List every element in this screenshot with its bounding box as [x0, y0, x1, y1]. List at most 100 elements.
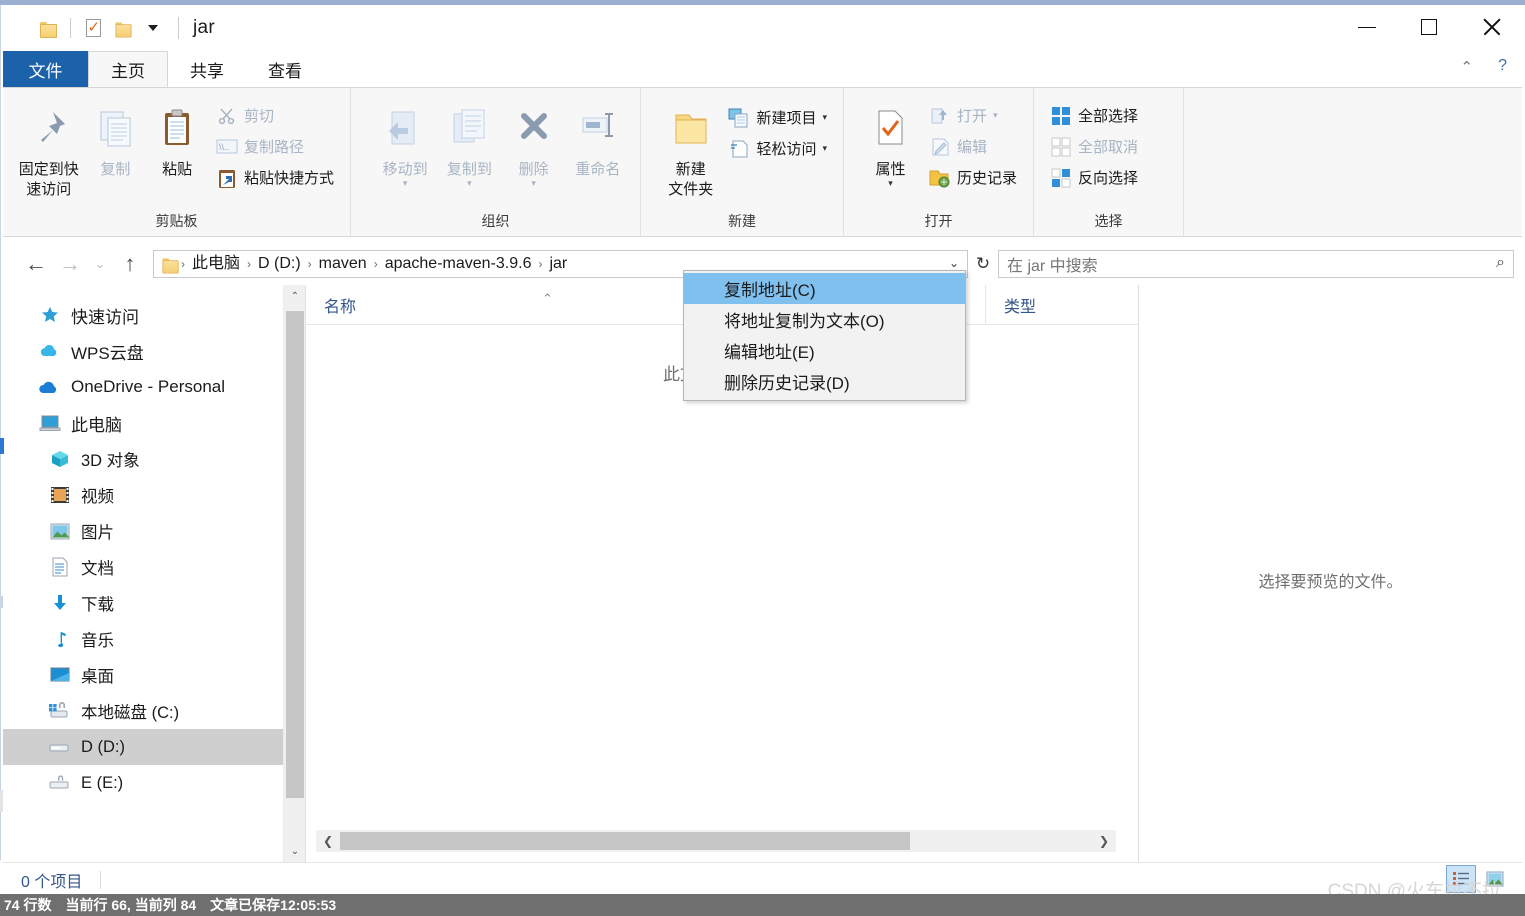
pictures-icon: [47, 520, 73, 542]
scroll-left-button[interactable]: ❮: [316, 834, 340, 848]
customize-dropdown-icon[interactable]: [138, 13, 168, 43]
search-box[interactable]: 在 jar 中搜索 ⌕: [998, 250, 1514, 278]
tab-share[interactable]: 共享: [168, 51, 246, 87]
3d-objects-icon: [47, 448, 73, 470]
breadcrumb-item-this-pc[interactable]: 此电脑: [187, 251, 245, 277]
sidebar-item-onedrive[interactable]: OneDrive - Personal: [3, 369, 305, 405]
move-to-dropdown-icon[interactable]: ▾: [403, 178, 408, 189]
properties-icon: [869, 100, 911, 156]
close-button[interactable]: [1460, 5, 1522, 49]
scrollbar-thumb[interactable]: [340, 832, 910, 850]
up-button[interactable]: ↑: [113, 247, 147, 281]
tab-home[interactable]: 主页: [88, 51, 168, 87]
sidebar-item-pictures[interactable]: 图片: [3, 513, 305, 549]
move-to-button[interactable]: 移动到 ▾: [373, 96, 437, 189]
star-pin-icon: [37, 304, 63, 326]
easy-access-button[interactable]: 轻松访问 ▾: [724, 133, 833, 164]
breadcrumb-item-jar[interactable]: jar: [544, 251, 572, 277]
details-view-icon[interactable]: [1446, 865, 1476, 893]
open-dropdown-icon[interactable]: ▾: [993, 110, 998, 121]
chevron-down-icon[interactable]: ⌄: [949, 256, 959, 270]
folder-icon[interactable]: [33, 13, 63, 43]
copy-button[interactable]: 复制: [85, 96, 147, 180]
invert-selection-label: 反向选择: [1078, 170, 1139, 187]
back-button[interactable]: ←: [19, 247, 53, 281]
minimize-button[interactable]: [1336, 5, 1398, 49]
invert-selection-button[interactable]: 反向选择: [1046, 162, 1144, 193]
menu-item-delete-history[interactable]: 删除历史记录(D): [684, 366, 965, 397]
properties-icon[interactable]: [78, 13, 108, 43]
recent-locations-button[interactable]: ⌄: [87, 247, 113, 281]
scrollbar-thumb[interactable]: [286, 311, 304, 798]
new-item-label: 新建项目: [756, 110, 817, 127]
nav-pane-scrollbar[interactable]: ⌃ ⌄: [283, 285, 305, 862]
easy-access-dropdown-icon[interactable]: ▾: [822, 143, 827, 154]
breadcrumb-item-d-drive[interactable]: D (D:): [253, 251, 306, 277]
preview-placeholder-message: 选择要预览的文件。: [1258, 574, 1403, 591]
history-label: 历史记录: [956, 170, 1017, 187]
scroll-down-button[interactable]: ⌄: [284, 840, 305, 862]
new-folder-icon[interactable]: [108, 13, 138, 43]
sidebar-item-local-disk-c[interactable]: 本地磁盘 (C:): [3, 693, 305, 729]
qat-divider: [70, 18, 71, 38]
copy-path-button[interactable]: \\.. 复制路径: [212, 131, 340, 162]
large-icons-view-icon[interactable]: [1480, 865, 1510, 893]
pin-label: 固定到快 速访问: [18, 161, 79, 198]
search-input[interactable]: 在 jar 中搜索: [1007, 252, 1098, 276]
open-button[interactable]: 打开 ▾: [925, 100, 1023, 131]
select-none-button[interactable]: 全部取消: [1046, 131, 1144, 162]
file-list-horizontal-scrollbar[interactable]: ❮ ❯: [316, 830, 1116, 852]
delete-button[interactable]: 删除 ▾: [502, 96, 566, 189]
menu-item-copy-address-as-text[interactable]: 将地址复制为文本(O): [684, 304, 965, 335]
copy-to-button[interactable]: 复制到 ▾: [437, 96, 501, 189]
menu-item-edit-address[interactable]: 编辑地址(E): [684, 335, 965, 366]
refresh-button[interactable]: ↻: [968, 250, 998, 278]
help-icon[interactable]: ?: [1498, 57, 1507, 75]
column-header-type[interactable]: 类型: [986, 285, 1136, 325]
properties-label: 属性: [875, 161, 906, 178]
copy-to-dropdown-icon[interactable]: ▾: [467, 178, 472, 189]
new-folder-button[interactable]: 新建 文件夹: [659, 96, 722, 200]
properties-dropdown-icon[interactable]: ▾: [888, 178, 893, 189]
breadcrumb-item-maven[interactable]: maven: [314, 251, 372, 277]
item-count-label: 0 个项目: [21, 873, 83, 891]
maximize-button[interactable]: [1398, 5, 1460, 49]
sidebar-item-music[interactable]: 音乐: [3, 621, 305, 657]
sidebar-item-videos[interactable]: 视频: [3, 477, 305, 513]
pin-icon: [27, 100, 71, 156]
sidebar-item-desktop[interactable]: 桌面: [3, 657, 305, 693]
collapse-ribbon-icon[interactable]: ⌃: [1460, 58, 1473, 76]
search-icon[interactable]: ⌕: [1496, 254, 1505, 272]
new-item-dropdown-icon[interactable]: ▾: [822, 112, 827, 123]
forward-button[interactable]: →: [53, 247, 87, 281]
tab-file[interactable]: 文件: [3, 51, 88, 87]
copy-to-label: 复制到: [446, 161, 492, 178]
select-all-button[interactable]: 全部选择: [1046, 100, 1144, 131]
scroll-up-button[interactable]: ⌃: [284, 285, 305, 307]
sidebar-label: 快速访问: [71, 307, 139, 327]
sidebar-item-e-drive[interactable]: E (E:): [3, 765, 305, 801]
sidebar-item-d-drive[interactable]: D (D:): [3, 729, 305, 765]
delete-icon: [511, 100, 557, 156]
history-button[interactable]: 历史记录: [925, 162, 1023, 193]
sidebar-item-3d-objects[interactable]: 3D 对象: [3, 441, 305, 477]
rename-button[interactable]: 重命名: [566, 96, 630, 180]
properties-button[interactable]: 属性 ▾: [858, 96, 923, 189]
paste-shortcut-button[interactable]: 粘贴快捷方式: [212, 162, 340, 193]
sidebar-item-quick-access[interactable]: 快速访问: [3, 297, 305, 333]
sidebar-item-this-pc[interactable]: 此电脑: [3, 405, 305, 441]
cut-button[interactable]: 剪切: [212, 100, 340, 131]
breadcrumb-item-apache-maven[interactable]: apache-maven-3.9.6: [380, 251, 537, 277]
pin-to-quick-access-button[interactable]: 固定到快 速访问: [13, 96, 85, 200]
edit-button[interactable]: 编辑: [925, 131, 1023, 162]
paste-button[interactable]: 粘贴: [146, 96, 208, 180]
scroll-right-button[interactable]: ❯: [1092, 834, 1116, 848]
menu-item-copy-address[interactable]: 复制地址(C): [684, 273, 965, 304]
address-bar-context-menu: 复制地址(C) 将地址复制为文本(O) 编辑地址(E) 删除历史记录(D): [683, 270, 966, 401]
delete-dropdown-icon[interactable]: ▾: [531, 178, 536, 189]
sidebar-item-wps-cloud[interactable]: WPS云盘: [3, 333, 305, 369]
sidebar-item-downloads[interactable]: 下载: [3, 585, 305, 621]
sidebar-item-documents[interactable]: 文档: [3, 549, 305, 585]
new-item-button[interactable]: 新建项目 ▾: [724, 102, 833, 133]
tab-view[interactable]: 查看: [246, 51, 324, 87]
